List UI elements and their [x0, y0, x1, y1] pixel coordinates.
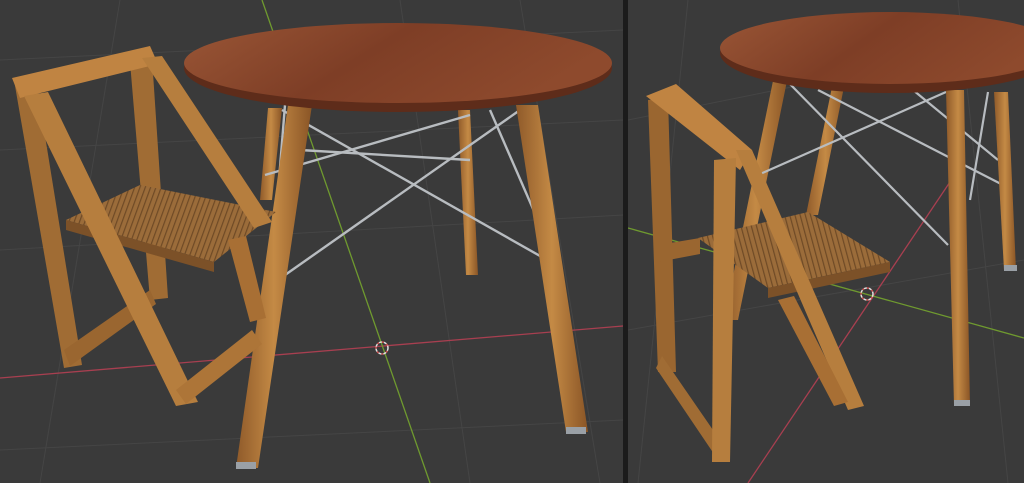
- viewport-left[interactable]: [0, 0, 623, 483]
- scene-left: [0, 0, 623, 483]
- chair-front-leg: [712, 158, 736, 462]
- viewport-right[interactable]: [628, 0, 1024, 483]
- table-leg-back-right: [458, 110, 478, 275]
- chair-object[interactable]: [12, 46, 276, 406]
- chair-rear-frame-right: [130, 58, 168, 300]
- table-leg-front-right: [946, 90, 970, 405]
- scene-right: [628, 0, 1024, 483]
- table-leg-front-right: [516, 105, 588, 432]
